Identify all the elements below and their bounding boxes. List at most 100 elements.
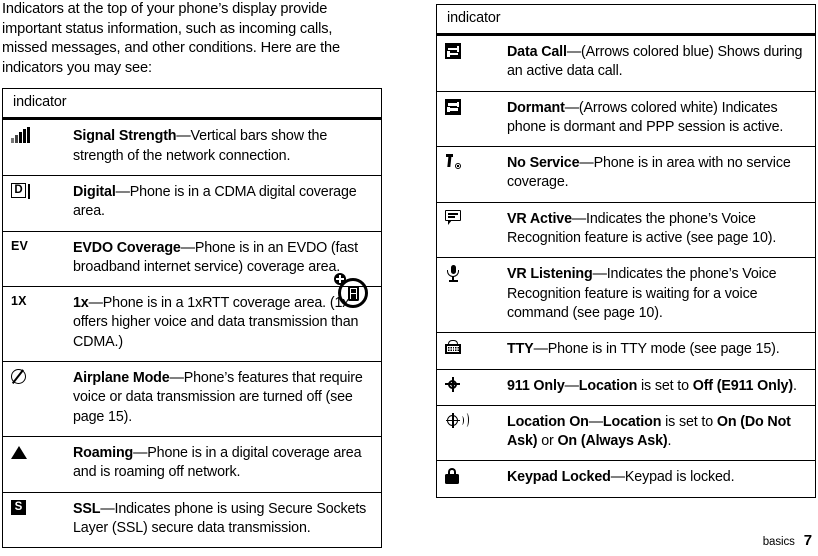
indicator-description-text: —	[588, 413, 603, 430]
indicator-term: Data Call	[507, 44, 567, 60]
no-service-icon	[445, 154, 461, 170]
indicator-term: Roaming	[73, 444, 134, 461]
indicator-term: EVDO Coverage	[73, 239, 181, 256]
indicator-icon-cell	[436, 257, 507, 333]
manual-page: Indicators at the top of your phone’s di…	[0, 0, 818, 556]
table-row: Dormant—(Arrows colored white) Indicates…	[436, 90, 816, 147]
indicator-term: VR Active	[507, 210, 572, 227]
right-table-header-label: indicator	[436, 4, 816, 36]
table-row: No Service—Phone is in area with no serv…	[436, 146, 816, 203]
airplane-mode-icon	[11, 369, 26, 385]
right-column: indicator Data Call—(Arrows colored blue…	[436, 4, 816, 498]
table-row: EV EVDO Coverage—Phone is in an EVDO (fas…	[2, 230, 382, 308]
tty-icon	[445, 340, 461, 355]
indicator-description-cell: Keypad Locked—Keypad is locked.	[507, 460, 816, 498]
table-row: VR Active—Indicates the phone’s Voice Re…	[436, 201, 816, 258]
indicator-term: Keypad Locked	[507, 469, 611, 486]
vr-listening-mic-icon	[445, 265, 461, 282]
indicator-term: Digital	[73, 183, 116, 200]
indicator-description-cell: Location On—Location is set to On (Do No…	[507, 404, 816, 461]
table-row: Airplane Mode—Phone’s features that requ…	[2, 361, 382, 437]
table-row: 911 Only—Location is set to Off (E911 On…	[436, 368, 816, 406]
indicator-description-cell: No Service—Phone is in area with no serv…	[507, 146, 816, 203]
right-indicator-table: indicator Data Call—(Arrows colored blue…	[436, 4, 816, 498]
data-call-arrows-icon	[445, 43, 461, 59]
indicator-description-cell: VR Listening—Indicates the phone’s Voice…	[507, 257, 816, 333]
table-row: D Digital—Phone is in a CDMA digital cove…	[2, 174, 382, 232]
indicator-description-text: —Indicates phone is using Secure Sockets…	[73, 500, 367, 536]
indicator-description-text: —	[564, 377, 579, 394]
indicator-description-cell: TTY—Phone is in TTY mode (see page 15).	[507, 332, 816, 370]
indicator-description-text: is set to	[637, 377, 693, 394]
indicator-description-cell: EVDO Coverage—Phone is in an EVDO (fast …	[73, 230, 382, 308]
indicator-term: Location On	[507, 413, 589, 430]
indicator-icon-cell	[436, 146, 507, 203]
indicator-description-text: —Phone is in TTY mode (see page 15).	[533, 341, 780, 358]
indicator-icon-cell	[436, 460, 507, 498]
indicator-description-cell: VR Active—Indicates the phone’s Voice Re…	[507, 201, 816, 258]
indicator-description-cell: 1x—Phone is in a 1xRTT coverage area. (1…	[73, 286, 382, 362]
indicator-term: 911 Only	[507, 377, 565, 394]
indicator-description-cell: Signal Strength—Vertical bars show the s…	[73, 119, 382, 176]
roaming-triangle-icon	[11, 445, 27, 459]
ssl-s-icon: S	[11, 499, 26, 515]
indicator-icon-cell	[436, 368, 507, 406]
indicator-description-text: .	[792, 377, 797, 394]
indicator-icon-cell: 1X	[2, 286, 73, 362]
indicator-description-text: .	[667, 433, 672, 450]
indicator-description-text: is set to	[661, 413, 717, 430]
digital-d-icon: D	[11, 182, 30, 199]
indicator-setting-value: Location	[602, 413, 662, 430]
indicator-description-cell: Digital—Phone is in a CDMA digital cover…	[73, 174, 382, 232]
indicator-icon-cell	[436, 404, 507, 461]
left-table-header-row: indicator	[2, 88, 382, 121]
indicator-icon-cell: D	[2, 174, 73, 232]
left-column: Indicators at the top of your phone’s di…	[2, 0, 382, 549]
indicator-term: 1x	[73, 295, 89, 312]
evdo-ev-icon: EV	[11, 238, 29, 253]
table-row: Data Call—(Arrows colored blue) Shows du…	[437, 35, 816, 92]
table-row: TTY—Phone is in TTY mode (see page 15).	[436, 332, 816, 370]
intro-paragraph: Indicators at the top of your phone’s di…	[2, 1, 340, 76]
indicator-icon-cell	[436, 332, 507, 370]
indicator-setting-value: Location	[578, 377, 638, 394]
indicator-description-text: —Phone is in a 1xRTT coverage area. (1x …	[73, 295, 359, 350]
table-row: Roaming—Phone is in a digital coverage a…	[2, 435, 382, 493]
signal-strength-icon	[11, 127, 33, 144]
indicator-term: No Service	[507, 155, 580, 172]
footer-page-number: 7	[803, 532, 812, 549]
indicator-icon-cell	[437, 35, 508, 92]
location-on-icon	[445, 412, 469, 428]
indicator-icon-cell	[2, 361, 73, 437]
indicator-description-cell: Data Call—(Arrows colored blue) Shows du…	[507, 35, 816, 92]
indicator-setting-value: Off (E911 Only)	[692, 377, 793, 394]
left-table-body: indicator Signal Strength—Vertical bars …	[2, 88, 382, 548]
indicator-term: VR Listening	[507, 266, 593, 283]
table-row: Location On—Location is set to On (Do No…	[436, 404, 816, 461]
indicator-description-text: —Keypad is locked.	[610, 469, 735, 486]
indicator-icon-cell	[3, 119, 74, 176]
page-footer: basics 7	[0, 532, 812, 549]
footer-section-label: basics	[762, 536, 795, 548]
indicator-description-text: —Phone is in a CDMA digital coverage are…	[73, 183, 357, 220]
indicator-icon-cell	[2, 435, 73, 493]
indicator-icon-cell	[436, 90, 507, 147]
left-indicator-table: indicator Signal Strength—Vertical bars …	[2, 88, 382, 549]
indicator-term: SSL	[73, 500, 101, 517]
indicator-description-cell: 911 Only—Location is set to Off (E911 On…	[507, 368, 816, 406]
right-table-body: indicator Data Call—(Arrows colored blue…	[436, 4, 816, 498]
table-row: Signal Strength—Vertical bars show the s…	[3, 119, 382, 176]
table-row: VR Listening—Indicates the phone’s Voice…	[436, 257, 816, 333]
indicator-setting-value: On (Always Ask)	[557, 433, 668, 450]
indicator-term: TTY	[507, 341, 534, 358]
indicator-term: Airplane Mode	[73, 370, 170, 387]
indicator-term: Signal Strength	[73, 128, 177, 145]
indicator-icon-cell: EV	[2, 230, 73, 287]
indicator-description-cell: Roaming—Phone is in a digital coverage a…	[73, 435, 382, 493]
onex-icon: 1X	[11, 294, 27, 309]
table-row: Keypad Locked—Keypad is locked.	[436, 460, 816, 498]
indicator-term: Dormant	[507, 99, 565, 116]
indicator-description-cell: Dormant—(Arrows colored white) Indicates…	[507, 90, 816, 147]
right-table-header-row: indicator	[436, 4, 816, 36]
indicator-description-cell: Airplane Mode—Phone’s features that requ…	[73, 361, 382, 437]
